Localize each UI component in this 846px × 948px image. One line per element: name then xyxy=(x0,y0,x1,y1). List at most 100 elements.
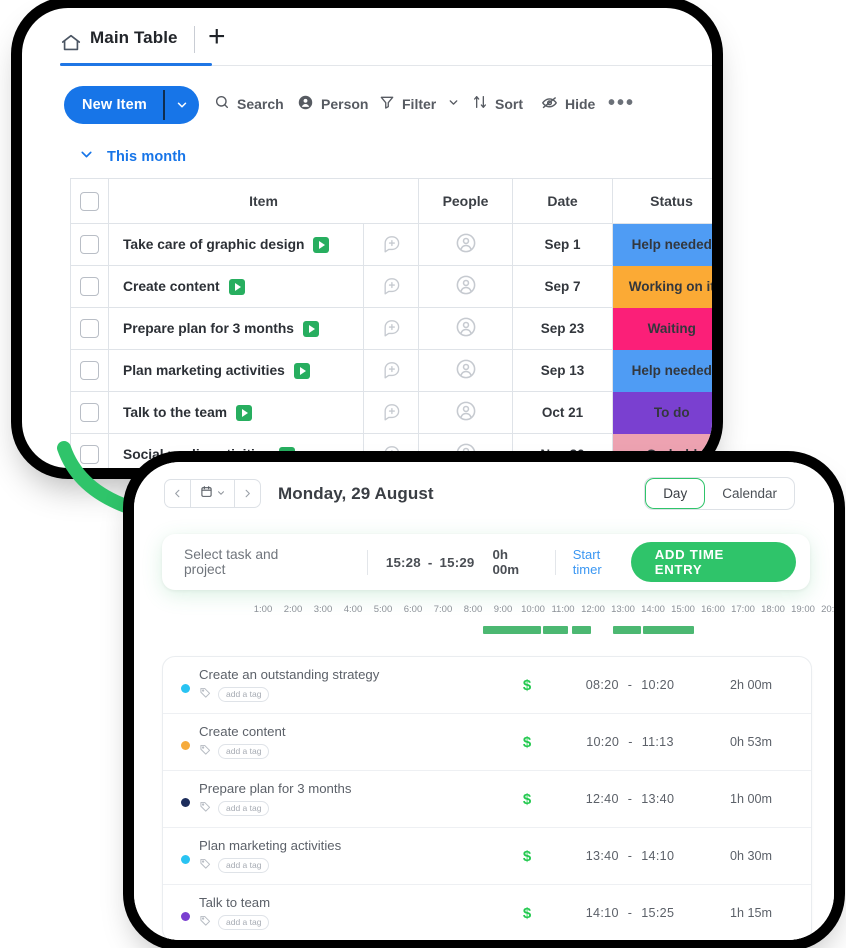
avatar[interactable] xyxy=(455,275,477,299)
play-icon[interactable] xyxy=(236,404,253,421)
people-cell[interactable] xyxy=(418,307,514,350)
row-select-cell[interactable] xyxy=(70,391,109,434)
entry-title[interactable]: Create content xyxy=(199,724,499,739)
list-item[interactable]: Plan marketing activities add a tag $13:40… xyxy=(163,828,811,885)
billable-icon[interactable]: $ xyxy=(499,848,555,865)
row-select-cell[interactable] xyxy=(70,307,109,350)
entry-duration[interactable]: 0h 30m xyxy=(705,849,797,863)
tab-calendar[interactable]: Calendar xyxy=(705,478,794,509)
date-cell[interactable]: Sep 23 xyxy=(512,307,614,350)
hide-button[interactable]: Hide xyxy=(541,94,595,114)
tag-icon[interactable] xyxy=(199,686,212,704)
entry-time-range[interactable]: 13:40-14:10 xyxy=(555,849,705,863)
column-header-people[interactable]: People xyxy=(418,178,514,224)
task-project-input[interactable]: Select task and project xyxy=(184,547,319,577)
tag-icon[interactable] xyxy=(199,857,212,875)
avatar[interactable] xyxy=(455,317,477,341)
item-cell[interactable]: Prepare plan for 3 months xyxy=(108,307,364,350)
updates-cell[interactable] xyxy=(362,391,420,434)
list-item[interactable]: Create an outstanding strategy add a tag $… xyxy=(163,657,811,714)
table-row[interactable]: Create content Sep 7 Working on it xyxy=(70,265,712,308)
entry-time-range[interactable]: 10:20-11:13 xyxy=(555,735,705,749)
avatar[interactable] xyxy=(455,233,477,257)
timer-start-time[interactable]: 15:28 xyxy=(386,555,421,570)
column-header-item[interactable]: Item xyxy=(107,178,420,224)
people-cell[interactable] xyxy=(418,223,514,266)
people-cell[interactable] xyxy=(418,391,514,434)
row-checkbox[interactable] xyxy=(80,235,99,254)
billable-icon[interactable]: $ xyxy=(499,791,555,808)
entry-duration[interactable]: 2h 00m xyxy=(705,678,797,692)
date-cell[interactable]: Oct 21 xyxy=(512,391,614,434)
add-update-icon[interactable] xyxy=(382,319,401,340)
item-cell[interactable]: Talk to the team xyxy=(108,391,364,434)
column-header-status[interactable]: Status xyxy=(612,178,712,224)
entry-title[interactable]: Create an outstanding strategy xyxy=(199,667,499,682)
status-badge[interactable]: Waiting xyxy=(612,307,712,350)
entry-title[interactable]: Plan marketing activities xyxy=(199,838,499,853)
add-update-icon[interactable] xyxy=(382,235,401,256)
add-tag-button[interactable]: add a tag xyxy=(218,744,270,759)
add-update-icon[interactable] xyxy=(382,277,401,298)
add-update-icon[interactable] xyxy=(382,403,401,424)
chevron-left-icon[interactable] xyxy=(165,480,190,507)
timeline-bar[interactable] xyxy=(482,626,541,634)
column-header-date[interactable]: Date xyxy=(512,178,614,224)
add-tag-button[interactable]: add a tag xyxy=(218,858,270,873)
date-cell[interactable]: Sep 1 xyxy=(512,223,614,266)
play-icon[interactable] xyxy=(302,320,319,337)
entry-duration[interactable]: 1h 15m xyxy=(705,906,797,920)
people-cell[interactable] xyxy=(418,265,514,308)
row-checkbox[interactable] xyxy=(80,277,99,296)
tag-icon[interactable] xyxy=(199,743,212,761)
sort-button[interactable]: Sort xyxy=(472,94,523,113)
row-checkbox[interactable] xyxy=(80,403,99,422)
search-button[interactable]: Search xyxy=(214,94,284,113)
person-button[interactable]: Person xyxy=(297,94,368,114)
table-row[interactable]: Take care of graphic design Sep 1 Help nee… xyxy=(70,223,712,266)
timeline-bar[interactable] xyxy=(572,626,591,634)
status-badge[interactable]: Working on it xyxy=(612,265,712,308)
entry-duration[interactable]: 1h 00m xyxy=(705,792,797,806)
list-item[interactable]: Create content add a tag $10:20-11:13 0h 53… xyxy=(163,714,811,771)
updates-cell[interactable] xyxy=(362,307,420,350)
item-cell[interactable]: Create content xyxy=(108,265,364,308)
new-item-button[interactable]: New Item xyxy=(64,86,199,124)
avatar[interactable] xyxy=(455,359,477,383)
more-options-button[interactable]: ••• xyxy=(608,92,635,115)
status-badge[interactable]: To do xyxy=(612,391,712,434)
add-time-entry-button[interactable]: ADD TIME ENTRY xyxy=(630,542,796,582)
group-header[interactable]: This month xyxy=(78,146,186,168)
play-icon[interactable] xyxy=(313,236,330,253)
billable-icon[interactable]: $ xyxy=(499,677,555,694)
entry-title[interactable]: Talk to team xyxy=(199,895,499,910)
chevron-down-icon[interactable] xyxy=(447,96,460,112)
billable-icon[interactable]: $ xyxy=(499,905,555,922)
add-update-icon[interactable] xyxy=(382,361,401,382)
tab-main-table[interactable]: Main Table xyxy=(90,28,178,48)
entry-time-range[interactable]: 14:10-15:25 xyxy=(555,906,705,920)
tag-icon[interactable] xyxy=(199,800,212,818)
timer-end-time[interactable]: 15:29 xyxy=(440,555,475,570)
chevron-down-icon[interactable] xyxy=(165,86,199,124)
play-icon[interactable] xyxy=(228,278,245,295)
list-item[interactable]: Prepare plan for 3 months add a tag $12:40… xyxy=(163,771,811,828)
row-select-cell[interactable] xyxy=(70,265,109,308)
select-all-checkbox[interactable] xyxy=(80,191,99,211)
status-badge[interactable]: Help needed xyxy=(612,223,712,266)
billable-icon[interactable]: $ xyxy=(499,734,555,751)
filter-button[interactable]: Filter xyxy=(379,94,460,113)
chevron-down-icon[interactable] xyxy=(78,146,95,168)
row-select-cell[interactable] xyxy=(70,349,109,392)
date-cell[interactable]: Sep 7 xyxy=(512,265,614,308)
row-checkbox[interactable] xyxy=(80,361,99,380)
plus-icon[interactable]: + xyxy=(208,22,226,52)
updates-cell[interactable] xyxy=(362,265,420,308)
play-icon[interactable] xyxy=(293,362,310,379)
chevron-right-icon[interactable] xyxy=(235,480,260,507)
item-cell[interactable]: Plan marketing activities xyxy=(108,349,364,392)
add-tag-button[interactable]: add a tag xyxy=(218,687,270,702)
date-cell[interactable]: Sep 13 xyxy=(512,349,614,392)
people-cell[interactable] xyxy=(418,349,514,392)
add-tag-button[interactable]: add a tag xyxy=(218,915,270,930)
